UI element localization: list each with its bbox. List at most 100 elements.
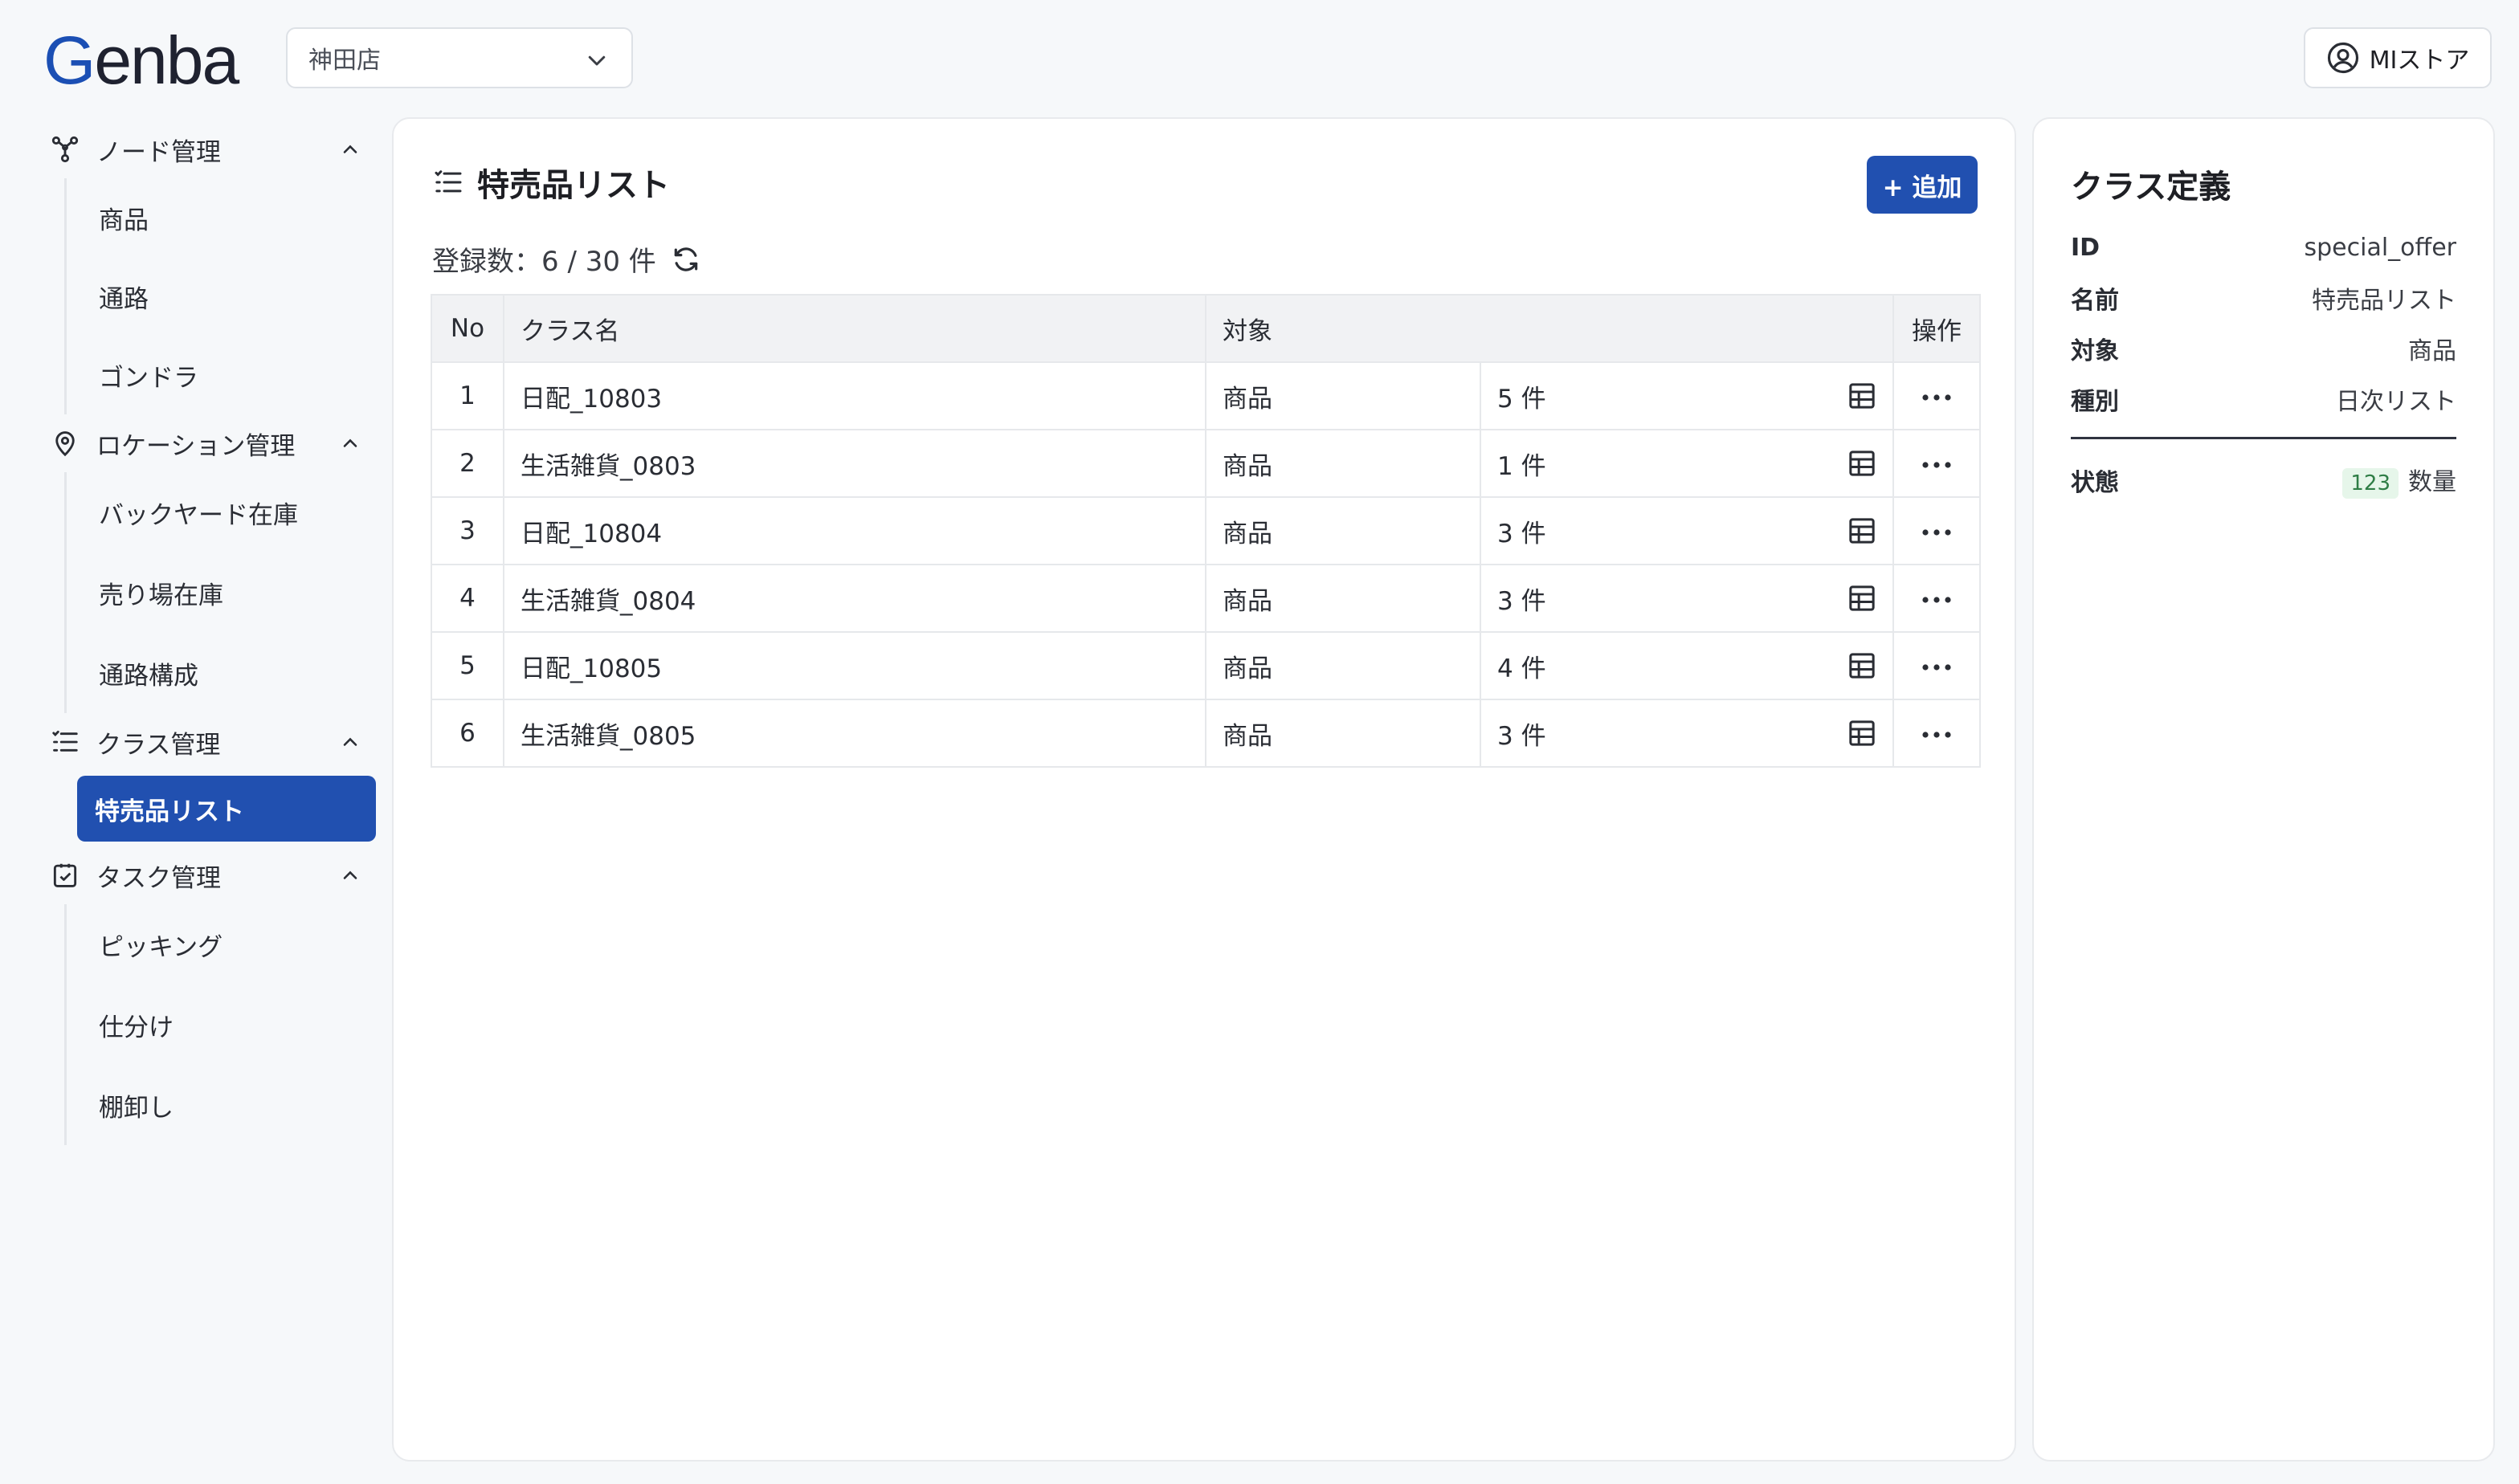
cell-count: 3 件: [1480, 699, 1845, 768]
table-icon[interactable]: [1846, 515, 1878, 547]
store-select[interactable]: 神田店: [286, 27, 633, 88]
sidebar-item-gondola[interactable]: ゴンドラ: [67, 336, 382, 414]
record-count-text: 登録数：6 / 30 件: [432, 246, 656, 278]
record-count: 登録数：6 / 30 件: [432, 239, 701, 279]
sidebar-group-items: バックヤード在庫 売り場在庫 通路構成: [64, 472, 382, 713]
cell-grid-action: [1845, 496, 1894, 565]
chevron-up-icon: [343, 145, 357, 153]
add-button[interactable]: + 追加: [1867, 156, 1978, 214]
cell-class-name: 生活雑貨_0803: [503, 429, 1206, 498]
sidebar-item-sorting[interactable]: 仕分け: [67, 985, 382, 1065]
table-icon[interactable]: [1846, 380, 1878, 412]
sidebar-group-task[interactable]: タスク管理: [45, 846, 382, 904]
more-options-icon[interactable]: [1921, 730, 1953, 740]
location-pin-icon: [55, 431, 75, 457]
cell-target: 商品: [1205, 631, 1481, 700]
table-row[interactable]: 3 日配_10804 商品 3 件: [431, 496, 1981, 565]
cell-no: 3: [431, 496, 504, 565]
more-options-icon[interactable]: [1921, 595, 1953, 605]
sidebar-item-picking[interactable]: ピッキング: [67, 904, 382, 985]
sidebar-item-product[interactable]: 商品: [67, 178, 382, 257]
table-row[interactable]: 5 日配_10805 商品 4 件: [431, 631, 1981, 700]
chevron-down-icon: [588, 55, 606, 66]
sidebar-group-node[interactable]: ノード管理: [45, 120, 382, 178]
cell-no: 1: [431, 361, 504, 430]
table-header-row: No クラス名 対象 操作: [431, 294, 1981, 363]
table-row[interactable]: 1 日配_10803 商品 5 件: [431, 361, 1981, 430]
col-header-ops: 操作: [1892, 294, 1981, 363]
table-icon[interactable]: [1846, 650, 1878, 682]
cell-no: 2: [431, 429, 504, 498]
sidebar-group-label: ロケーション管理: [96, 431, 296, 461]
def-key: 種別: [2071, 388, 2119, 416]
class-table: No クラス名 対象 操作 1 日配_10803 商品 5 件 2 生活雑貨_0…: [431, 294, 1981, 768]
app-logo: Genba: [43, 24, 239, 96]
sidebar-item-special-offer-list[interactable]: 特売品リスト: [77, 776, 376, 842]
user-circle-icon: [2327, 42, 2358, 74]
cell-ops: [1892, 496, 1981, 565]
table-icon[interactable]: [1846, 582, 1878, 614]
cell-target: 商品: [1205, 496, 1481, 565]
table-icon[interactable]: [1846, 447, 1878, 479]
task-check-icon: [53, 863, 77, 887]
cell-no: 6: [431, 699, 504, 768]
more-options-icon[interactable]: [1921, 662, 1953, 672]
cell-ops: [1892, 631, 1981, 700]
sidebar-item-inventory[interactable]: 棚卸し: [67, 1065, 382, 1145]
cell-grid-action: [1845, 564, 1894, 633]
def-value: 特売品リスト: [2312, 287, 2456, 315]
cell-target: 商品: [1205, 699, 1481, 768]
cell-ops: [1892, 361, 1981, 430]
col-header-target: 対象: [1205, 294, 1894, 363]
chevron-up-icon: [343, 737, 357, 746]
status-value-group: 123 数量: [2342, 462, 2456, 499]
user-label: MIストア: [2369, 47, 2470, 75]
cell-ops: [1892, 564, 1981, 633]
table-icon[interactable]: [1846, 717, 1878, 749]
store-select-value: 神田店: [308, 47, 381, 75]
cell-target: 商品: [1205, 429, 1481, 498]
sidebar-item-aisle-layout[interactable]: 通路構成: [67, 633, 382, 713]
cell-class-name: 日配_10803: [503, 361, 1206, 430]
sidebar-group-label: ノード管理: [96, 137, 221, 167]
def-row-status: 状態 123 数量: [2071, 462, 2456, 499]
sidebar-item-backyard-stock[interactable]: バックヤード在庫: [67, 472, 382, 552]
cell-class-name: 生活雑貨_0805: [503, 699, 1206, 768]
def-key: 対象: [2071, 337, 2119, 365]
sidebar-group-location[interactable]: ロケーション管理: [45, 414, 382, 472]
cell-class-name: 生活雑貨_0804: [503, 564, 1206, 633]
def-row-target: 対象 商品: [2071, 332, 2456, 365]
table-row[interactable]: 6 生活雑貨_0805 商品 3 件: [431, 699, 1981, 768]
cell-grid-action: [1845, 429, 1894, 498]
cell-target: 商品: [1205, 361, 1481, 430]
list-icon: [435, 170, 462, 193]
sidebar-item-floor-stock[interactable]: 売り場在庫: [67, 552, 382, 633]
col-header-no: No: [431, 294, 504, 363]
cell-class-name: 日配_10805: [503, 631, 1206, 700]
refresh-icon[interactable]: [671, 244, 701, 275]
more-options-icon[interactable]: [1921, 393, 1953, 402]
sidebar-group-items: 商品 通路 ゴンドラ: [64, 178, 382, 414]
chevron-up-icon: [343, 870, 357, 879]
sidebar-group-label: クラス管理: [96, 730, 221, 760]
cell-grid-action: [1845, 361, 1894, 430]
status-badge: 123: [2342, 468, 2399, 499]
more-options-icon[interactable]: [1921, 528, 1953, 537]
sidebar: ノード管理 商品 通路 ゴンドラ ロケーション管理 バックヤード在庫 売り場在庫…: [45, 120, 382, 1145]
cell-count: 4 件: [1480, 631, 1845, 700]
cell-grid-action: [1845, 699, 1894, 768]
table-body: 1 日配_10803 商品 5 件 2 生活雑貨_0803 商品 1 件 3 日…: [431, 361, 1981, 768]
user-account-button[interactable]: MIストア: [2304, 27, 2492, 88]
cell-target: 商品: [1205, 564, 1481, 633]
list-icon: [52, 730, 78, 752]
class-definition-panel: クラス定義 ID special_offer 名前 特売品リスト 対象 商品 種…: [2032, 117, 2495, 1462]
def-row-type: 種別 日次リスト: [2071, 383, 2456, 416]
table-row[interactable]: 4 生活雑貨_0804 商品 3 件: [431, 564, 1981, 633]
cell-grid-action: [1845, 631, 1894, 700]
sidebar-item-aisle[interactable]: 通路: [67, 257, 382, 336]
sidebar-group-class[interactable]: クラス管理: [45, 713, 382, 771]
col-header-class-name: クラス名: [503, 294, 1206, 363]
cell-class-name: 日配_10804: [503, 496, 1206, 565]
more-options-icon[interactable]: [1921, 460, 1953, 470]
table-row[interactable]: 2 生活雑貨_0803 商品 1 件: [431, 429, 1981, 498]
